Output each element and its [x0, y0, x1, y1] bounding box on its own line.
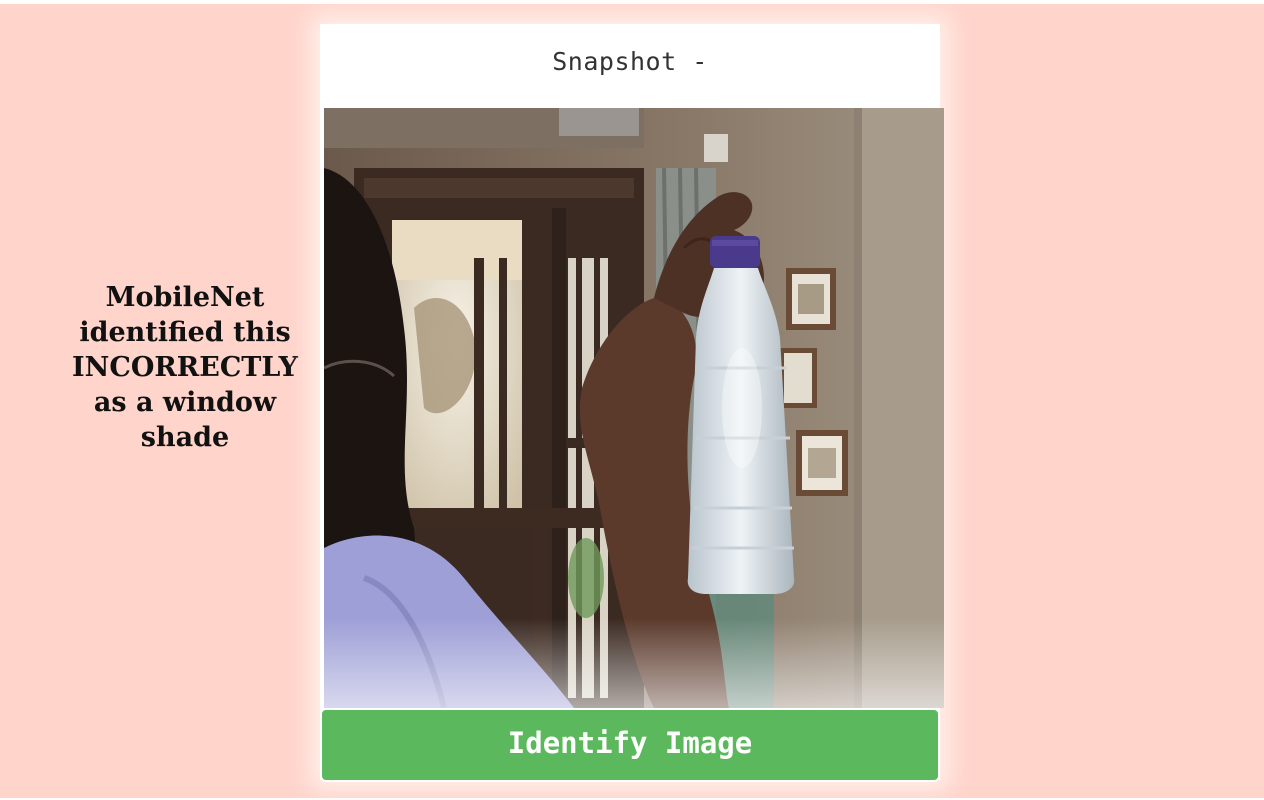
snapshot-image: [324, 108, 944, 708]
snapshot-illustration: [324, 108, 944, 708]
page-background: MobileNet identified this INCORRECTLY as…: [0, 4, 1264, 798]
snapshot-title: Snapshot -: [552, 47, 708, 76]
snapshot-card: Snapshot -: [320, 24, 944, 780]
prediction-result-text: MobileNet identified this INCORRECTLY as…: [72, 282, 298, 453]
identify-image-button[interactable]: Identify Image: [320, 708, 940, 782]
